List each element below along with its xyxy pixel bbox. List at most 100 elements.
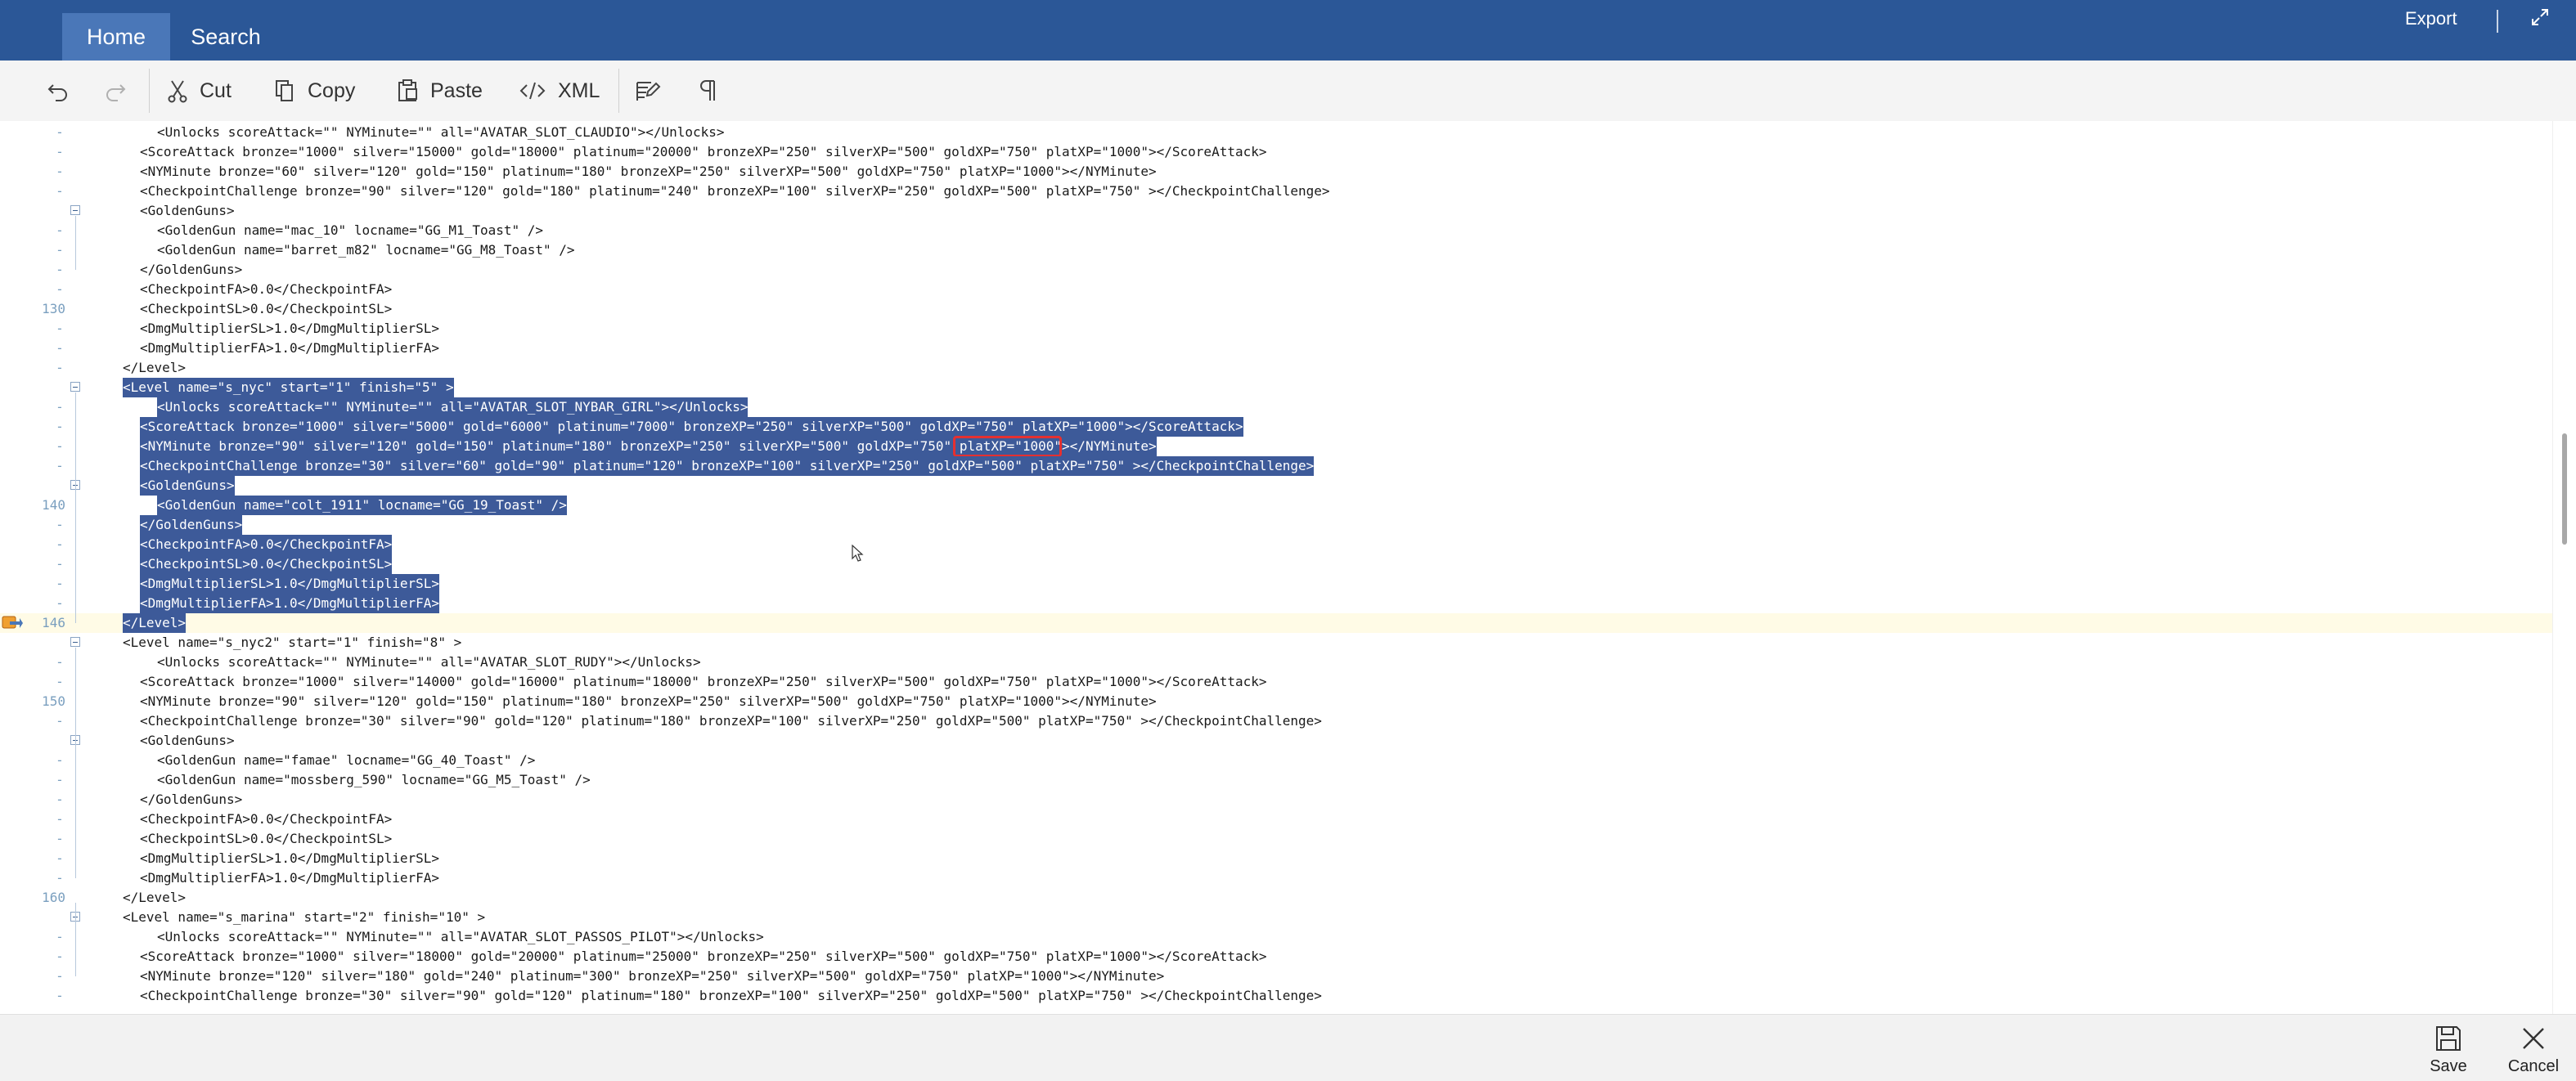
code-line[interactable]: - <CheckpointChallenge bronze="30" silver… <box>0 986 2552 1006</box>
code-line[interactable]: <Level name="s_marina" start="2" finish=… <box>0 908 2552 927</box>
code-line[interactable]: - </GoldenGuns> <box>0 515 2552 535</box>
code-text[interactable]: <GoldenGun name="mac_10" locname="GG_M1_… <box>157 221 543 240</box>
tab-search[interactable]: Search <box>177 13 275 61</box>
code-line[interactable]: <Level name="s_nyc2" start="1" finish="8… <box>0 633 2552 653</box>
code-text[interactable]: <GoldenGun name="mossberg_590" locname="… <box>157 770 591 790</box>
code-line[interactable]: - </Level> <box>0 358 2552 378</box>
code-line[interactable]: - <GoldenGun name="mac_10" locname="GG_M1… <box>0 221 2552 240</box>
code-line[interactable]: - <DmgMultiplierSL>1.0</DmgMultiplierSL> <box>0 849 2552 868</box>
code-line[interactable]: - <GoldenGun name="barret_m82" locname="G… <box>0 240 2552 260</box>
code-text[interactable]: <CheckpointChallenge bronze="90" silver=… <box>140 182 1330 201</box>
code-line[interactable]: 130 <CheckpointSL>0.0</CheckpointSL> <box>0 299 2552 319</box>
code-text[interactable]: <CheckpointSL>0.0</CheckpointSL> <box>140 829 392 849</box>
code-text[interactable]: <CheckpointFA>0.0</CheckpointFA> <box>140 280 392 299</box>
code-text[interactable]: <DmgMultiplierFA>1.0</DmgMultiplierFA> <box>140 868 439 888</box>
code-text[interactable]: <NYMinute bronze="60" silver="120" gold=… <box>140 162 1157 182</box>
fold-toggle-icon[interactable] <box>70 637 80 647</box>
code-text[interactable]: <ScoreAttack bronze="1000" silver="18000… <box>140 947 1267 967</box>
code-line[interactable]: - <ScoreAttack bronze="1000" silver="1400… <box>0 672 2552 692</box>
save-button[interactable]: Save <box>2420 1025 2477 1076</box>
show-formatting-button[interactable] <box>697 61 718 121</box>
code-line[interactable]: - <ScoreAttack bronze="1000" silver="1800… <box>0 947 2552 967</box>
breakpoint-marker-icon[interactable] <box>2 615 23 631</box>
code-line[interactable]: - <CheckpointFA>0.0</CheckpointFA> <box>0 280 2552 299</box>
code-text[interactable]: <GoldenGun name="colt_1911" locname="GG_… <box>157 496 567 515</box>
code-text[interactable]: <ScoreAttack bronze="1000" silver="14000… <box>140 672 1267 692</box>
expand-icon[interactable] <box>2528 5 2552 29</box>
code-text[interactable]: <CheckpointSL>0.0</CheckpointSL> <box>140 554 393 574</box>
format-button[interactable] <box>635 61 661 121</box>
code-text[interactable]: </GoldenGuns> <box>140 260 242 280</box>
code-text[interactable]: <GoldenGun name="barret_m82" locname="GG… <box>157 240 575 260</box>
code-text[interactable]: <GoldenGuns> <box>140 201 235 221</box>
xml-editor[interactable]: - <Unlocks scoreAttack="" NYMinute="" all… <box>0 121 2552 1014</box>
code-text[interactable]: <Level name="s_marina" start="2" finish=… <box>123 908 485 927</box>
code-line[interactable]: - <GoldenGun name="mossberg_590" locname=… <box>0 770 2552 790</box>
code-line[interactable]: - <CheckpointSL>0.0</CheckpointSL> <box>0 554 2552 574</box>
code-text[interactable]: <DmgMultiplierSL>1.0</DmgMultiplierSL> <box>140 849 439 868</box>
fold-toggle-icon[interactable] <box>70 382 80 392</box>
code-text[interactable]: <CheckpointFA>0.0</CheckpointFA> <box>140 535 393 554</box>
code-line[interactable]: - <DmgMultiplierFA>1.0</DmgMultiplierFA> <box>0 339 2552 358</box>
code-line[interactable]: - <CheckpointChallenge bronze="90" silver… <box>0 182 2552 201</box>
code-text[interactable]: <Unlocks scoreAttack="" NYMinute="" all=… <box>157 397 749 417</box>
export-button[interactable]: Export <box>2405 8 2457 29</box>
code-line[interactable]: - </GoldenGuns> <box>0 260 2552 280</box>
code-text[interactable]: <DmgMultiplierFA>1.0</DmgMultiplierFA> <box>140 339 439 358</box>
code-line[interactable]: 160 </Level> <box>0 888 2552 908</box>
code-line[interactable]: <GoldenGuns> <box>0 201 2552 221</box>
code-line[interactable]: - <CheckpointFA>0.0</CheckpointFA> <box>0 810 2552 829</box>
code-text[interactable]: <NYMinute bronze="90" silver="120" gold=… <box>140 692 1157 711</box>
xml-button[interactable]: XML <box>519 61 600 121</box>
code-text[interactable]: <CheckpointSL>0.0</CheckpointSL> <box>140 299 392 319</box>
code-line[interactable]: - </GoldenGuns> <box>0 790 2552 810</box>
code-line[interactable]: - <DmgMultiplierFA>1.0</DmgMultiplierFA> <box>0 868 2552 888</box>
code-line[interactable]: - <ScoreAttack bronze="1000" silver="5000… <box>0 417 2552 437</box>
code-line[interactable]: - <GoldenGun name="famae" locname="GG_40_… <box>0 751 2552 770</box>
code-line[interactable]: 146 </Level> <box>0 613 2552 633</box>
undo-button[interactable] <box>46 61 70 121</box>
code-text[interactable]: <CheckpointFA>0.0</CheckpointFA> <box>140 810 392 829</box>
code-text[interactable]: </GoldenGuns> <box>140 790 242 810</box>
vertical-scrollbar[interactable] <box>2552 121 2576 1014</box>
fold-toggle-icon[interactable] <box>70 205 80 215</box>
code-text[interactable]: <GoldenGuns> <box>140 731 235 751</box>
code-text[interactable]: <GoldenGuns> <box>140 476 235 496</box>
code-text[interactable]: <Unlocks scoreAttack="" NYMinute="" all=… <box>157 653 701 672</box>
code-line[interactable]: 140 <GoldenGun name="colt_1911" locname="… <box>0 496 2552 515</box>
copy-button[interactable]: Copy <box>273 61 355 121</box>
code-line[interactable]: <GoldenGuns> <box>0 731 2552 751</box>
code-line[interactable]: - <Unlocks scoreAttack="" NYMinute="" all… <box>0 397 2552 417</box>
code-line[interactable]: - <CheckpointFA>0.0</CheckpointFA> <box>0 535 2552 554</box>
code-line[interactable]: - <Unlocks scoreAttack="" NYMinute="" all… <box>0 927 2552 947</box>
code-text[interactable]: </Level> <box>123 888 186 908</box>
code-text[interactable]: <ScoreAttack bronze="1000" silver="5000"… <box>140 417 1243 437</box>
code-line[interactable]: 150 <NYMinute bronze="90" silver="120" go… <box>0 692 2552 711</box>
paste-button[interactable]: Paste <box>396 61 483 121</box>
cut-button[interactable]: Cut <box>167 61 232 121</box>
code-line[interactable]: - <NYMinute bronze="90" silver="120" gold… <box>0 436 2552 457</box>
code-text[interactable]: <GoldenGun name="famae" locname="GG_40_T… <box>157 751 535 770</box>
code-text[interactable]: <Level name="s_nyc" start="1" finish="5"… <box>123 378 454 397</box>
code-text[interactable]: </Level> <box>123 613 187 633</box>
code-text[interactable]: <ScoreAttack bronze="1000" silver="15000… <box>140 142 1267 162</box>
redo-button[interactable] <box>103 61 128 121</box>
code-line[interactable]: - <DmgMultiplierFA>1.0</DmgMultiplierFA> <box>0 594 2552 613</box>
code-line[interactable]: - <DmgMultiplierSL>1.0</DmgMultiplierSL> <box>0 574 2552 594</box>
code-text[interactable]: <Level name="s_nyc2" start="1" finish="8… <box>123 633 461 653</box>
code-text[interactable]: <DmgMultiplierFA>1.0</DmgMultiplierFA> <box>140 594 440 613</box>
code-text[interactable]: <Unlocks scoreAttack="" NYMinute="" all=… <box>157 927 764 947</box>
code-text[interactable]: </Level> <box>123 358 186 378</box>
code-line[interactable]: - <ScoreAttack bronze="1000" silver="1500… <box>0 142 2552 162</box>
code-text[interactable]: </GoldenGuns> <box>140 515 243 535</box>
code-line[interactable]: - <Unlocks scoreAttack="" NYMinute="" all… <box>0 123 2552 142</box>
code-text[interactable]: <CheckpointChallenge bronze="30" silver=… <box>140 711 1322 731</box>
code-line[interactable]: - <DmgMultiplierSL>1.0</DmgMultiplierSL> <box>0 319 2552 339</box>
code-line[interactable]: - <CheckpointSL>0.0</CheckpointSL> <box>0 829 2552 849</box>
code-line[interactable]: - <CheckpointChallenge bronze="30" silver… <box>0 711 2552 731</box>
code-text[interactable]: <Unlocks scoreAttack="" NYMinute="" all=… <box>157 123 725 142</box>
code-line[interactable]: - <CheckpointChallenge bronze="30" silver… <box>0 456 2552 476</box>
scrollbar-thumb[interactable] <box>2562 433 2567 545</box>
code-text[interactable]: <DmgMultiplierSL>1.0</DmgMultiplierSL> <box>140 319 439 339</box>
code-text[interactable]: <DmgMultiplierSL>1.0</DmgMultiplierSL> <box>140 574 440 594</box>
